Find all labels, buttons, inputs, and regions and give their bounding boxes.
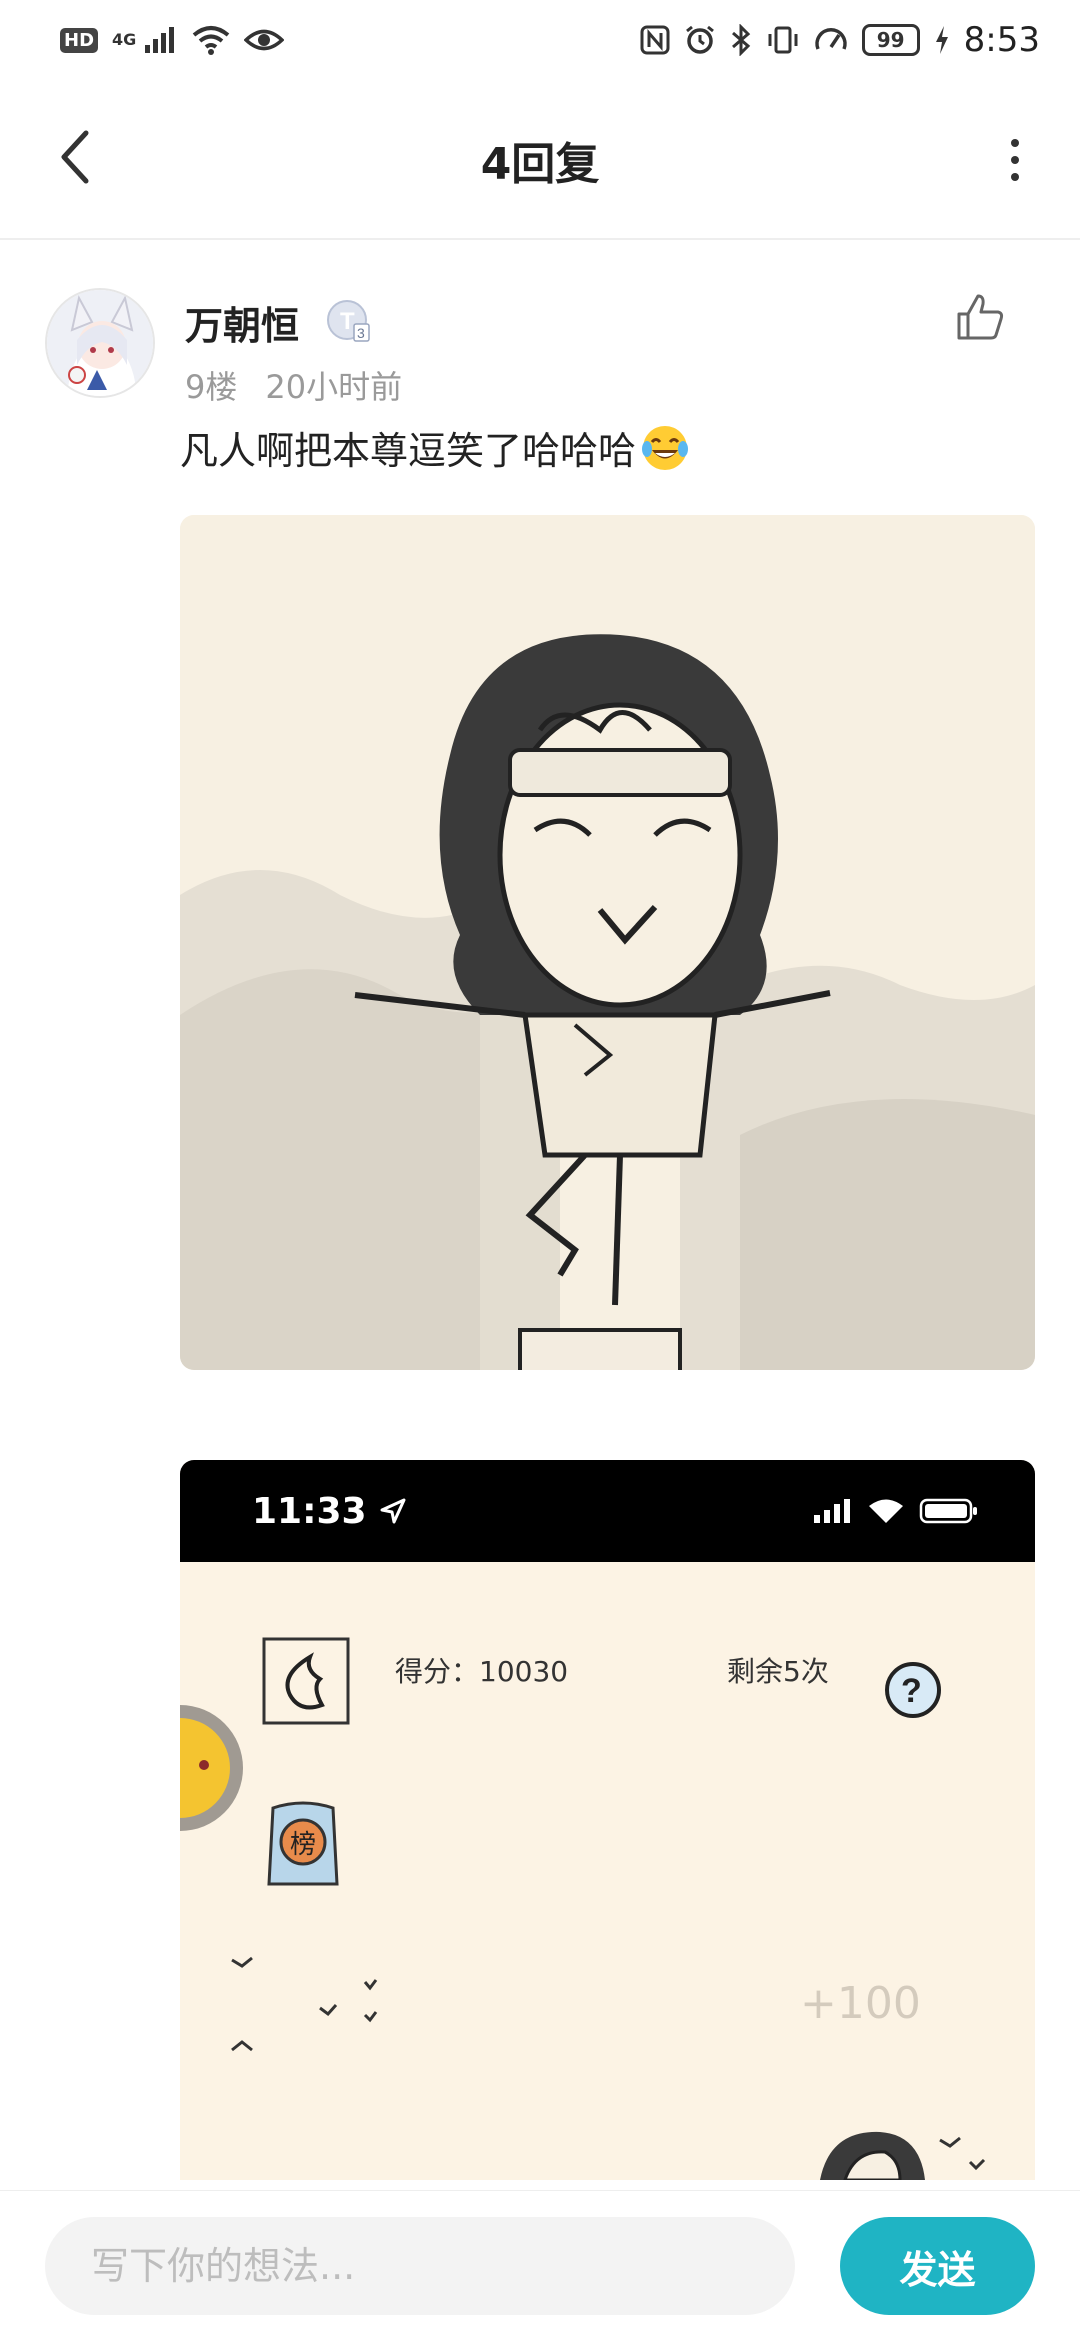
plus-score: +100 bbox=[800, 1978, 921, 2029]
embedded-time: 11:33 bbox=[252, 1491, 407, 1532]
post-text: 凡人啊把本尊逗笑了哈哈哈 bbox=[180, 429, 637, 473]
thumbs-up-icon bbox=[957, 294, 1004, 340]
game-remaining: 剩余5次 bbox=[727, 1655, 829, 1688]
embedded-signal-icon bbox=[814, 1499, 850, 1523]
rank-badge-label: 榜 bbox=[289, 1830, 316, 1860]
post-meta: 9楼 20小时前 bbox=[185, 362, 402, 408]
status-right: 99 8:53 bbox=[640, 20, 1040, 60]
alarm-icon bbox=[685, 25, 714, 54]
signal-icon bbox=[145, 27, 175, 53]
level-badge: T 3 bbox=[325, 298, 373, 350]
eye-icon bbox=[244, 29, 285, 51]
svg-text:?: ? bbox=[901, 1672, 922, 1710]
status-bar: HD 4G 99 8:53 bbox=[0, 0, 1080, 80]
more-dot bbox=[1011, 156, 1019, 164]
location-arrow-icon bbox=[380, 1498, 406, 1524]
birds-icon bbox=[231, 1956, 378, 2052]
status-time: 8:53 bbox=[963, 20, 1040, 60]
battery-icon: 99 bbox=[861, 24, 920, 56]
wifi-icon bbox=[193, 26, 230, 55]
avatar[interactable] bbox=[45, 288, 155, 398]
embedded-time-text: 11:33 bbox=[252, 1490, 367, 1532]
bluetooth-icon bbox=[731, 24, 750, 56]
hd-badge: HD bbox=[60, 27, 99, 53]
laughing-tears-emoji bbox=[642, 425, 689, 470]
comment-bar: 发送 bbox=[0, 2190, 1080, 2340]
network-label: 4G bbox=[112, 30, 137, 49]
like-button[interactable] bbox=[953, 290, 1007, 344]
character-head-icon bbox=[820, 2131, 986, 2180]
page-title: 4回复 bbox=[480, 139, 600, 190]
embedded-status-icons bbox=[813, 1497, 979, 1525]
send-button[interactable]: 发送 bbox=[840, 2217, 1035, 2315]
more-dot bbox=[1011, 173, 1019, 181]
username[interactable]: 万朝恒 bbox=[185, 295, 299, 350]
svg-text:T: T bbox=[340, 308, 355, 335]
back-game-icon bbox=[262, 1637, 350, 1725]
level-badge-icon: T 3 bbox=[327, 300, 370, 342]
charging-icon bbox=[935, 26, 948, 54]
post-image-2[interactable]: 11:33 得分：10030 剩余5次 ? 榜 +100 bbox=[180, 1460, 1035, 2180]
post-content: 凡人啊把本尊逗笑了哈哈哈 bbox=[180, 420, 690, 475]
time-ago: 20小时前 bbox=[265, 368, 403, 406]
app-header: 4回复 bbox=[0, 80, 1080, 240]
more-vertical-icon bbox=[1011, 139, 1019, 147]
embedded-battery-icon bbox=[919, 1498, 977, 1524]
cartoon-image bbox=[180, 515, 1035, 1370]
vibrate-icon bbox=[768, 26, 798, 54]
comment-input[interactable] bbox=[45, 2217, 795, 2315]
status-left: HD 4G bbox=[60, 25, 285, 55]
rank-badge: 榜 bbox=[263, 1800, 343, 1892]
speed-icon bbox=[814, 28, 847, 50]
avatar-image bbox=[47, 290, 153, 396]
embedded-wifi-icon bbox=[869, 1499, 903, 1523]
svg-text:3: 3 bbox=[357, 325, 365, 341]
more-options-button[interactable] bbox=[990, 125, 1040, 195]
game-score: 得分：10030 bbox=[395, 1655, 569, 1688]
embedded-status-bar: 11:33 bbox=[180, 1460, 1035, 1562]
floor-number: 9楼 bbox=[185, 368, 238, 406]
nfc-icon bbox=[640, 25, 670, 55]
emoji-float-icon bbox=[180, 1705, 243, 1831]
post-image-1[interactable] bbox=[180, 515, 1035, 1370]
help-icon: ? bbox=[885, 1662, 941, 1718]
